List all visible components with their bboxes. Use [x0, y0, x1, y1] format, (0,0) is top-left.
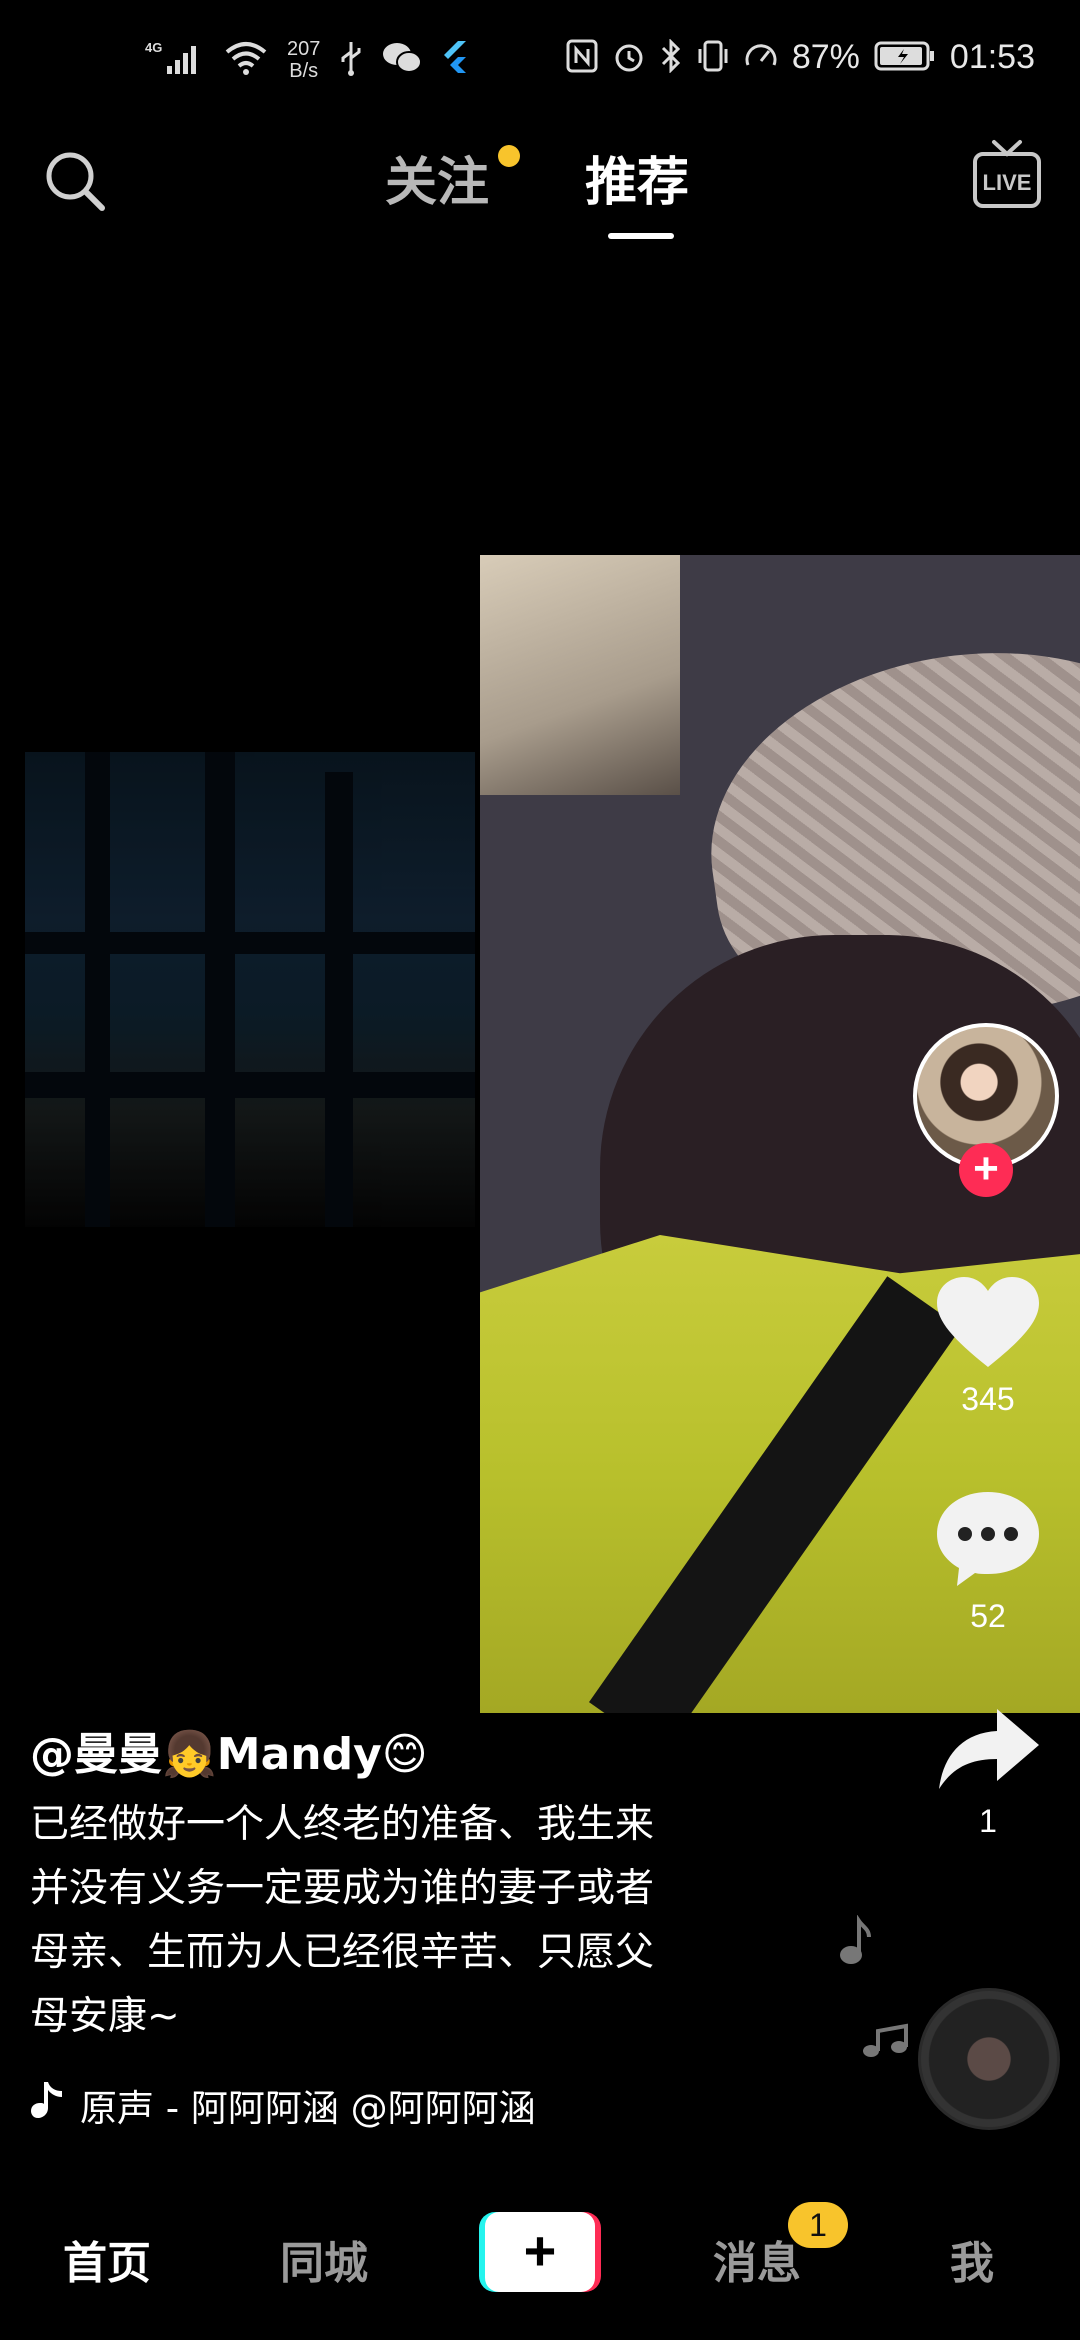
active-tab-indicator — [608, 233, 674, 239]
comment-icon — [937, 1492, 1039, 1586]
clock: 01:53 — [949, 38, 1035, 76]
bottom-nav: 首页 同城 + 消息 1 我 — [0, 2172, 1080, 2340]
battery-icon — [874, 40, 936, 76]
search-button[interactable] — [40, 146, 110, 216]
music-marquee[interactable]: ̃原声 - 阿阿阿涵 @阿阿阿涵 — [80, 2078, 575, 2130]
floating-note-icon — [835, 1914, 871, 1969]
battery-percent: 87% — [791, 38, 860, 76]
caption-line: 已经做好一个人终老的准备、我生来 — [30, 1802, 655, 1847]
share-button[interactable]: 1 — [920, 1705, 1056, 1840]
status-right: 87% 01:53 — [566, 37, 1035, 77]
live-button[interactable]: LIVE — [972, 138, 1042, 210]
heart-icon — [937, 1277, 1039, 1367]
live-label: LIVE — [983, 170, 1032, 195]
floating-notes-icon — [862, 2023, 912, 2063]
author-name[interactable]: @曼曼👧Mandy😊 — [30, 1718, 428, 1782]
tab-follow[interactable]: 关注 — [385, 140, 489, 215]
nav-home[interactable]: 首页 — [63, 2227, 151, 2291]
messages-badge: 1 — [788, 2202, 848, 2248]
post-caption: 已经做好一个人终老的准备、我生来 并没有义务一定要成为谁的妻子或者 母亲、生而为… — [30, 1793, 760, 2049]
follow-notification-dot — [498, 145, 520, 167]
alarm-icon — [612, 39, 646, 77]
network-type: 4G — [145, 40, 162, 55]
video-ceiling — [480, 555, 680, 795]
status-left: 4G 207 B/s — [145, 38, 468, 82]
share-icon — [939, 1709, 1039, 1789]
search-icon — [46, 152, 105, 211]
bluetooth-icon — [660, 37, 682, 77]
video-frame-blurred — [25, 752, 475, 1227]
live-tv-icon: LIVE — [973, 140, 1041, 208]
caption-line: 母亲、生而为人已经很辛苦、只愿父 — [30, 1930, 655, 1975]
speed-value: 207 — [287, 38, 321, 60]
share-count: 1 — [979, 1803, 997, 1839]
music-disc[interactable] — [918, 1988, 1060, 2130]
comment-count: 52 — [970, 1598, 1006, 1634]
like-button[interactable]: 345 — [920, 1275, 1056, 1418]
speedometer-icon — [744, 39, 778, 77]
plus-icon: + — [485, 2212, 595, 2292]
network-speed: 207 B/s — [287, 38, 320, 82]
wifi-icon — [223, 40, 269, 80]
top-nav: 关注 推荐 LIVE — [0, 130, 1080, 260]
nav-messages[interactable]: 消息 — [713, 2227, 801, 2291]
caption-line: 并没有义务一定要成为谁的妻子或者 — [30, 1866, 655, 1911]
follow-plus-button[interactable]: + — [959, 1143, 1013, 1197]
nfc-icon — [566, 39, 598, 77]
music-title: ̃原声 - 阿阿阿涵 @阿阿阿涵 — [80, 2087, 536, 2130]
nav-me[interactable]: 我 — [950, 2227, 994, 2291]
usb-icon — [338, 40, 364, 80]
vibrate-icon — [696, 39, 730, 77]
status-bar: 4G 207 B/s 87% 01:53 — [0, 0, 1080, 130]
tab-recommend[interactable]: 推荐 — [585, 140, 689, 215]
tiktok-music-icon — [30, 2080, 66, 2124]
signal-icon: 4G — [145, 38, 205, 82]
flutter-icon — [440, 41, 468, 79]
caption-line: 母安康~ — [30, 1994, 180, 2039]
speed-unit: B/s — [289, 60, 319, 82]
create-button[interactable]: + — [479, 2212, 601, 2292]
like-count: 345 — [961, 1381, 1015, 1417]
comment-button[interactable]: 52 — [920, 1488, 1056, 1635]
wechat-icon — [382, 41, 423, 79]
nav-nearby[interactable]: 同城 — [280, 2227, 368, 2291]
